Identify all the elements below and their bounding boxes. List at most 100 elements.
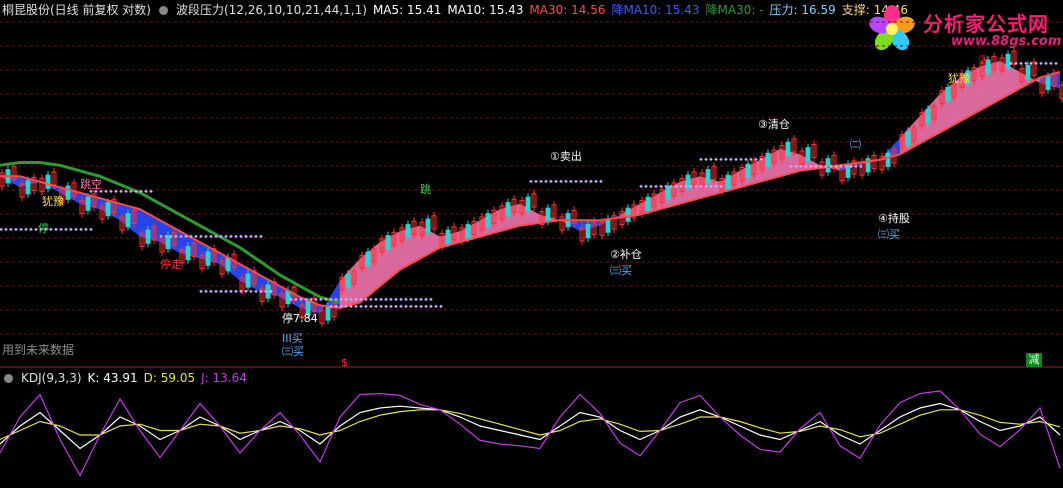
candle-body [85,196,91,211]
signal-diamond [379,297,383,302]
candle-body [545,207,551,222]
signal-diamond [539,179,543,184]
signal-diamond [369,297,373,302]
chart-annotation: 停走 [160,257,182,271]
candle-body [505,202,511,217]
signal-diamond [0,227,3,232]
chart-annotation: 停 [38,221,49,235]
signal-diamond [374,304,378,309]
candle-body [425,218,431,233]
signal-diamond [1044,61,1048,66]
signal-diamond [549,179,553,184]
candle-body [745,163,751,178]
signal-diamond [244,289,248,294]
signal-diamond [229,289,233,294]
signal-diamond [564,179,568,184]
signal-diamond [79,227,83,232]
signal-diamond [54,227,58,232]
signal-diamond [214,289,218,294]
signal-diamond [529,179,533,184]
reduce-badge: 减 [1026,353,1042,367]
chart-annotation: III买 [282,332,303,345]
signal-diamond [409,304,413,309]
signal-diamond [429,297,433,302]
signal-diamond [644,184,648,189]
chart-annotation: ③ [978,53,988,66]
signal-diamond [579,179,583,184]
candle-body [245,273,251,288]
candle-body [765,152,771,167]
signal-diamond [639,184,643,189]
kdj-d-line [0,409,1061,441]
candle-body [605,218,611,233]
candle-body [405,224,411,239]
signal-diamond [739,157,743,162]
chart-annotation: 跳 [420,182,431,196]
signal-diamond [709,157,713,162]
kdj-chart[interactable] [0,368,1063,488]
chart-annotation: 犹豫 [42,195,64,208]
signal-diamond [584,179,588,184]
signal-diamond [1039,61,1043,66]
signal-diamond [734,157,738,162]
price-chart[interactable]: 跳空犹豫停停走跳①卖出②补仓㈢买③清仓㈡④持股㈢买停7:84III买㈢买犹豫③ [0,0,1063,368]
chart-annotation: ㈢买 [282,345,304,358]
signal-diamond [74,227,78,232]
signal-diamond [29,227,33,232]
candle-body [525,196,531,211]
signal-diamond [364,304,368,309]
chart-annotation: ③清仓 [758,117,790,131]
candle-body [205,251,211,266]
signal-diamond [24,227,28,232]
signal-diamond [379,304,383,309]
signal-diamond [404,304,408,309]
candle-body [1045,75,1051,91]
candle-body [945,86,951,102]
signal-diamond [234,289,238,294]
signal-diamond [209,289,213,294]
signal-diamond [569,179,573,184]
candle-body [665,185,671,200]
signal-diamond [64,227,68,232]
candle-body [165,235,171,250]
chart-annotation: ①卖出 [550,149,582,163]
signal-diamond [1019,61,1023,66]
signal-diamond [249,289,253,294]
signal-diamond [404,297,408,302]
candle-body [385,235,391,250]
candle-body [105,202,111,217]
signal-diamond [744,157,748,162]
signal-diamond [729,157,733,162]
candle-body [725,174,731,189]
signal-diamond [394,304,398,309]
candle-body [645,196,651,211]
signal-diamond [19,227,23,232]
signal-diamond [84,227,88,232]
candle-body [365,251,371,266]
kdj-k-line [0,402,1061,450]
future-data-note: 用到未来数据 [2,343,75,357]
signal-diamond [394,297,398,302]
chart-annotation: ㈢买 [878,228,900,241]
chart-annotation: 犹豫 [948,72,970,85]
candle-body [25,180,31,195]
chart-annotation: 停7:84 [282,311,318,325]
candle-body [465,224,471,239]
signal-diamond [14,227,18,232]
signal-diamond [414,297,418,302]
signal-diamond [9,227,13,232]
candle-body [925,108,931,123]
signal-diamond [419,304,423,309]
chart-annotation: ④持股 [878,211,910,225]
signal-diamond [429,304,433,309]
chart-annotation: 跳空 [80,177,102,191]
candle-body [45,174,51,189]
candle-body [325,306,331,321]
signal-diamond [559,179,563,184]
chart-annotation: ②补仓 [610,247,642,261]
signal-diamond [389,304,393,309]
signal-diamond [399,297,403,302]
signal-diamond [414,304,418,309]
signal-diamond [534,179,538,184]
signal-diamond [699,157,703,162]
